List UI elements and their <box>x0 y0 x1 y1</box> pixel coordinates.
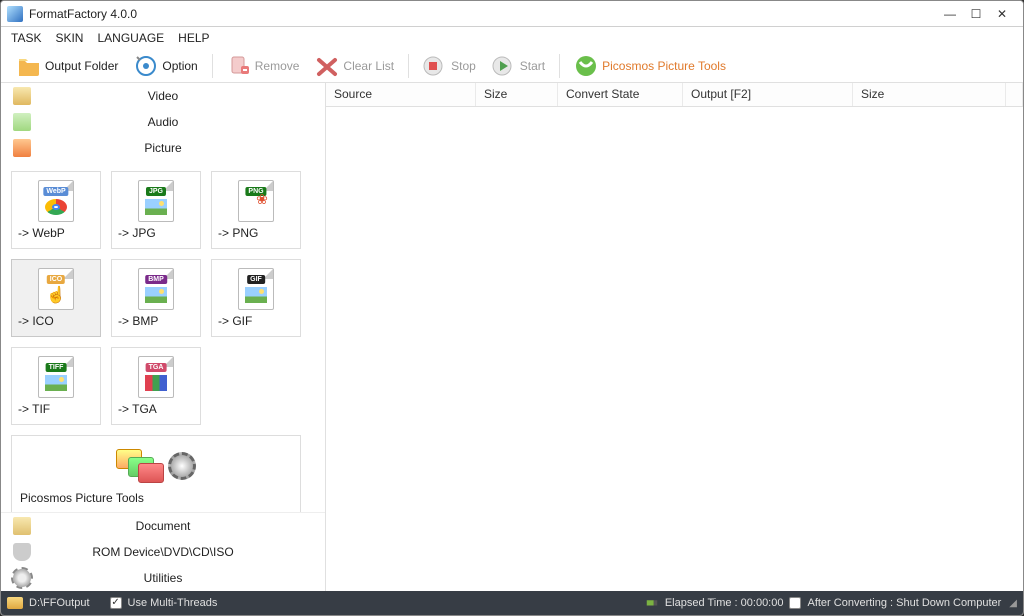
tile-tga-label: -> TGA <box>112 402 200 416</box>
resize-grip[interactable]: ◢ <box>1007 598 1017 609</box>
tile-tif-label: -> TIF <box>12 402 100 416</box>
start-button[interactable]: Start <box>486 52 551 80</box>
tile-webp-label: -> WebP <box>12 226 100 240</box>
tile-picosmos[interactable]: Picosmos Picture Tools <box>11 435 301 512</box>
output-folder-button[interactable]: Output Folder <box>11 52 124 80</box>
after-converting-checkbox[interactable] <box>789 597 801 609</box>
col-size2[interactable]: Size <box>853 83 1006 106</box>
task-table-body[interactable] <box>326 107 1023 591</box>
col-convert-state[interactable]: Convert State <box>558 83 683 106</box>
rom-icon <box>13 543 31 561</box>
menu-language[interactable]: LANGUAGE <box>97 31 164 45</box>
app-title: FormatFactory 4.0.0 <box>29 7 943 21</box>
multithreads-label: Use Multi-Threads <box>128 597 218 609</box>
tile-tif[interactable]: TIFF -> TIF <box>11 347 101 425</box>
remove-label: Remove <box>255 59 300 73</box>
clear-list-icon <box>315 54 339 78</box>
toolbar-separator <box>408 54 409 78</box>
start-label: Start <box>520 59 545 73</box>
menu-help[interactable]: HELP <box>178 31 209 45</box>
folder-icon <box>17 54 41 78</box>
menu-skin[interactable]: SKIN <box>55 31 83 45</box>
category-rom[interactable]: ROM Device\DVD\CD\ISO <box>1 539 325 565</box>
close-button[interactable]: ✕ <box>995 7 1009 21</box>
bottom-categories: Document ROM Device\DVD\CD\ISO Utilities <box>1 512 325 591</box>
tile-jpg[interactable]: JPG -> JPG <box>111 171 201 249</box>
category-audio-label: Audio <box>148 115 179 129</box>
elapsed-time-label: Elapsed Time : 00:00:00 <box>665 597 784 609</box>
picture-panel: WebP -> WebP JPG -> JPG PNG -> PNG ICO -… <box>1 161 325 512</box>
category-audio[interactable]: Audio <box>1 109 325 135</box>
category-rom-label: ROM Device\DVD\CD\ISO <box>92 545 233 559</box>
task-table-header: Source Size Convert State Output [F2] Si… <box>326 83 1023 107</box>
toolbar-separator <box>559 54 560 78</box>
multithreads-checkbox[interactable] <box>110 597 122 609</box>
col-spacer <box>1006 83 1023 106</box>
app-window: FormatFactory 4.0.0 — ☐ ✕ TASK SKIN LANG… <box>0 0 1024 616</box>
col-source[interactable]: Source <box>326 83 476 106</box>
after-converting-label: After Converting : Shut Down Computer <box>807 597 1001 609</box>
tile-picosmos-label: Picosmos Picture Tools <box>12 491 300 508</box>
picosmos-button[interactable]: Picosmos Picture Tools <box>568 52 732 80</box>
menu-task[interactable]: TASK <box>11 31 41 45</box>
picosmos-graphic <box>12 441 300 487</box>
picosmos-label: Picosmos Picture Tools <box>602 59 726 73</box>
option-button[interactable]: Option <box>128 52 203 80</box>
tile-png[interactable]: PNG -> PNG <box>211 171 301 249</box>
clear-list-label: Clear List <box>343 59 394 73</box>
tile-webp[interactable]: WebP -> WebP <box>11 171 101 249</box>
remove-button[interactable]: Remove <box>221 52 306 80</box>
stop-icon <box>423 54 447 78</box>
tile-bmp-label: -> BMP <box>112 314 200 328</box>
app-icon <box>7 6 23 22</box>
toolbar-separator <box>212 54 213 78</box>
tile-jpg-label: -> JPG <box>112 226 200 240</box>
category-video[interactable]: Video <box>1 83 325 109</box>
category-document-label: Document <box>136 519 191 533</box>
col-size[interactable]: Size <box>476 83 558 106</box>
main-area: Source Size Convert State Output [F2] Si… <box>326 83 1023 591</box>
minimize-button[interactable]: — <box>943 7 957 21</box>
remove-icon <box>227 54 251 78</box>
option-icon <box>134 54 158 78</box>
stop-label: Stop <box>451 59 476 73</box>
sidebar: Video Audio Picture WebP -> WebP JPG <box>1 83 326 591</box>
output-folder-label: Output Folder <box>45 59 118 73</box>
tile-bmp[interactable]: BMP -> BMP <box>111 259 201 337</box>
tile-ico[interactable]: ICO -> ICO <box>11 259 101 337</box>
menubar: TASK SKIN LANGUAGE HELP <box>1 27 1023 49</box>
utilities-icon <box>13 569 31 587</box>
status-output-path[interactable]: D:\FFOutput <box>29 597 90 609</box>
status-folder-icon[interactable] <box>7 597 23 609</box>
tile-ico-label: -> ICO <box>12 314 100 328</box>
picture-icon <box>13 139 31 157</box>
tile-gif-label: -> GIF <box>212 314 300 328</box>
toolbar: Output Folder Option Remove Clear List <box>1 49 1023 83</box>
stop-button[interactable]: Stop <box>417 52 482 80</box>
category-document[interactable]: Document <box>1 513 325 539</box>
category-picture-label: Picture <box>144 141 181 155</box>
window-controls: — ☐ ✕ <box>943 7 1017 21</box>
audio-icon <box>13 113 31 131</box>
titlebar: FormatFactory 4.0.0 — ☐ ✕ <box>1 1 1023 27</box>
maximize-button[interactable]: ☐ <box>969 7 983 21</box>
category-utilities[interactable]: Utilities <box>1 565 325 591</box>
document-icon <box>13 517 31 535</box>
body: Video Audio Picture WebP -> WebP JPG <box>1 83 1023 591</box>
category-picture[interactable]: Picture <box>1 135 325 161</box>
tile-gif[interactable]: GIF -> GIF <box>211 259 301 337</box>
picosmos-icon <box>574 54 598 78</box>
clear-list-button[interactable]: Clear List <box>309 52 400 80</box>
col-output[interactable]: Output [F2] <box>683 83 853 106</box>
category-utilities-label: Utilities <box>144 571 183 585</box>
tile-tga[interactable]: TGA -> TGA <box>111 347 201 425</box>
start-icon <box>492 54 516 78</box>
tile-png-label: -> PNG <box>212 226 300 240</box>
option-label: Option <box>162 59 197 73</box>
video-icon <box>13 87 31 105</box>
statusbar: D:\FFOutput Use Multi-Threads Elapsed Ti… <box>1 591 1023 615</box>
category-video-label: Video <box>148 89 178 103</box>
progress-icon <box>645 595 659 612</box>
